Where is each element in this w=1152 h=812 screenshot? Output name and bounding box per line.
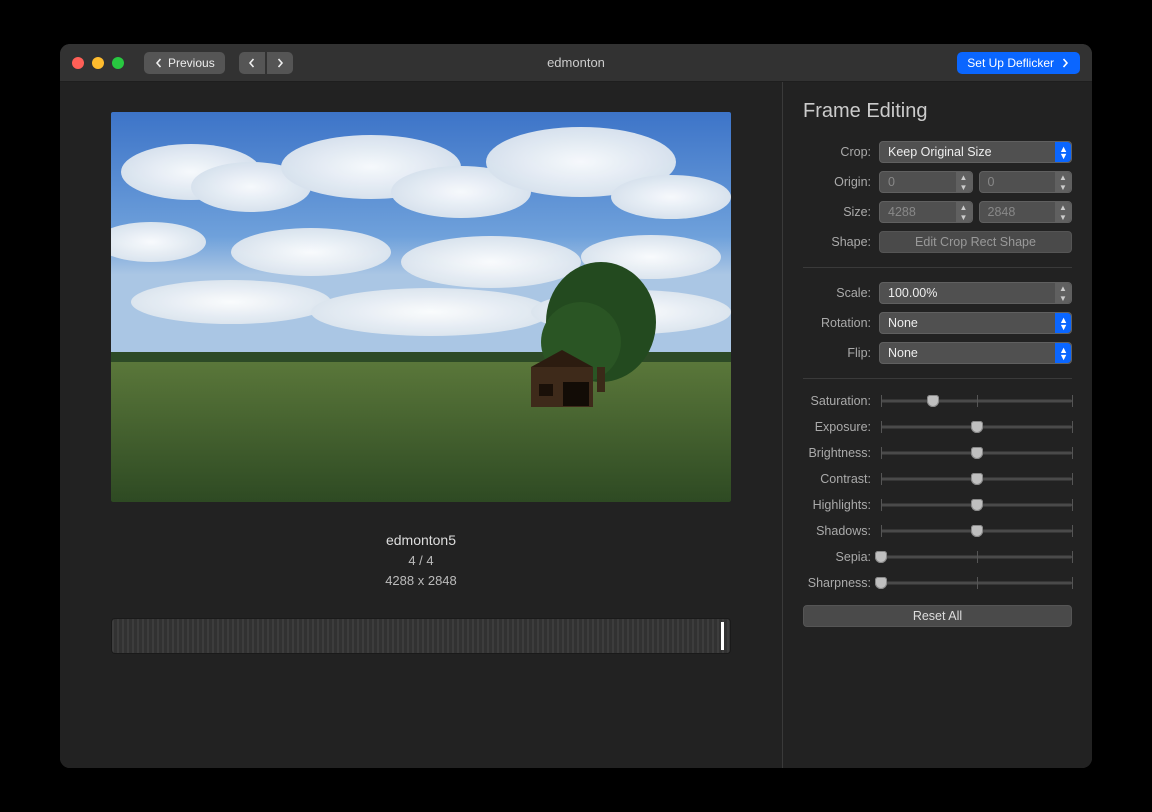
- slider-label: Highlights:: [803, 498, 871, 512]
- slider-thumb[interactable]: [971, 447, 983, 459]
- reset-all-button[interactable]: Reset All: [803, 605, 1072, 627]
- panel-title: Frame Editing: [803, 100, 1072, 123]
- slider[interactable]: [881, 497, 1072, 513]
- crop-value: Keep Original Size: [888, 145, 992, 159]
- maximize-icon[interactable]: [112, 57, 124, 69]
- slider-row: Highlights:: [803, 497, 1072, 513]
- stepper-icon[interactable]: ▲▼: [1055, 202, 1071, 222]
- previous-button[interactable]: Previous: [144, 52, 225, 74]
- slider-thumb[interactable]: [971, 473, 983, 485]
- slider-label: Exposure:: [803, 420, 871, 434]
- preview-image: [111, 112, 731, 502]
- close-icon[interactable]: [72, 57, 84, 69]
- slider-row: Shadows:: [803, 523, 1072, 539]
- crop-select[interactable]: Keep Original Size ▲▼: [879, 141, 1072, 163]
- shape-label: Shape:: [803, 235, 871, 249]
- nav-back-button[interactable]: [239, 52, 265, 74]
- slider-row: Saturation:: [803, 393, 1072, 409]
- size-h-value: 2848: [988, 205, 1016, 219]
- slider-thumb[interactable]: [971, 421, 983, 433]
- slider[interactable]: [881, 575, 1072, 591]
- shape-button-label: Edit Crop Rect Shape: [915, 235, 1036, 249]
- slider-thumb[interactable]: [971, 525, 983, 537]
- flip-label: Flip:: [803, 346, 871, 360]
- slider-row: Contrast:: [803, 471, 1072, 487]
- minimize-icon[interactable]: [92, 57, 104, 69]
- timeline-scrubber[interactable]: [111, 618, 731, 654]
- scale-value: 100.00%: [888, 286, 937, 300]
- origin-y-field[interactable]: 0 ▲▼: [979, 171, 1073, 193]
- flip-value: None: [888, 346, 918, 360]
- slider-thumb[interactable]: [927, 395, 939, 407]
- slider-label: Sepia:: [803, 550, 871, 564]
- traffic-lights: [72, 57, 124, 69]
- preview-index: 4 / 4: [385, 551, 457, 571]
- chevron-updown-icon: ▲▼: [1059, 317, 1068, 331]
- previous-label: Previous: [168, 56, 215, 70]
- slider[interactable]: [881, 549, 1072, 565]
- stepper-icon[interactable]: ▲▼: [956, 172, 972, 192]
- size-label: Size:: [803, 205, 871, 219]
- origin-x-value: 0: [888, 175, 895, 189]
- nav-forward-button[interactable]: [267, 52, 293, 74]
- slider[interactable]: [881, 419, 1072, 435]
- app-window: Previous edmonton Set Up Deflicker: [60, 44, 1092, 768]
- slider[interactable]: [881, 445, 1072, 461]
- rotation-label: Rotation:: [803, 316, 871, 330]
- slider[interactable]: [881, 471, 1072, 487]
- slider-label: Contrast:: [803, 472, 871, 486]
- chevron-updown-icon: ▲▼: [1059, 347, 1068, 361]
- origin-y-value: 0: [988, 175, 995, 189]
- chevron-right-icon: [275, 58, 285, 68]
- size-h-field[interactable]: 2848 ▲▼: [979, 201, 1073, 223]
- setup-deflicker-button[interactable]: Set Up Deflicker: [957, 52, 1080, 74]
- content-area: edmonton5 4 / 4 4288 x 2848 Frame Editin…: [60, 82, 1092, 768]
- preview-meta: edmonton5 4 / 4 4288 x 2848: [385, 530, 457, 590]
- nav-segment: [239, 52, 293, 74]
- size-w-field[interactable]: 4288 ▲▼: [879, 201, 973, 223]
- sliders-group: Saturation: Exposure: Brightness: Contrast:…: [803, 393, 1072, 591]
- slider-row: Exposure:: [803, 419, 1072, 435]
- chevron-left-icon: [247, 58, 257, 68]
- edit-crop-shape-button[interactable]: Edit Crop Rect Shape: [879, 231, 1072, 253]
- rotation-value: None: [888, 316, 918, 330]
- preview-dimensions: 4288 x 2848: [385, 571, 457, 591]
- slider-label: Brightness:: [803, 446, 871, 460]
- slider-thumb[interactable]: [875, 551, 887, 563]
- slider[interactable]: [881, 523, 1072, 539]
- divider: [803, 378, 1072, 379]
- rotation-select[interactable]: None ▲▼: [879, 312, 1072, 334]
- stepper-icon[interactable]: ▲▼: [1055, 172, 1071, 192]
- slider-row: Sepia:: [803, 549, 1072, 565]
- setup-deflicker-label: Set Up Deflicker: [967, 56, 1054, 70]
- stepper-icon[interactable]: ▲▼: [956, 202, 972, 222]
- crop-label: Crop:: [803, 145, 871, 159]
- preview-filename: edmonton5: [385, 530, 457, 551]
- slider-thumb[interactable]: [875, 577, 887, 589]
- scale-label: Scale:: [803, 286, 871, 300]
- reset-label: Reset All: [913, 609, 962, 623]
- slider[interactable]: [881, 393, 1072, 409]
- chevron-left-icon: [154, 58, 164, 68]
- divider: [803, 267, 1072, 268]
- slider-label: Saturation:: [803, 394, 871, 408]
- preview-pane: edmonton5 4 / 4 4288 x 2848: [60, 82, 782, 768]
- slider-row: Sharpness:: [803, 575, 1072, 591]
- flip-select[interactable]: None ▲▼: [879, 342, 1072, 364]
- origin-x-field[interactable]: 0 ▲▼: [879, 171, 973, 193]
- slider-row: Brightness:: [803, 445, 1072, 461]
- scale-field[interactable]: 100.00% ▲▼: [879, 282, 1072, 304]
- titlebar: Previous edmonton Set Up Deflicker: [60, 44, 1092, 82]
- slider-thumb[interactable]: [971, 499, 983, 511]
- chevron-right-icon: [1060, 58, 1070, 68]
- chevron-updown-icon: ▲▼: [1059, 146, 1068, 160]
- stepper-icon[interactable]: ▲▼: [1055, 283, 1071, 303]
- slider-label: Shadows:: [803, 524, 871, 538]
- slider-label: Sharpness:: [803, 576, 871, 590]
- size-w-value: 4288: [888, 205, 916, 219]
- frame-editing-panel: Frame Editing Crop: Keep Original Size ▲…: [782, 82, 1092, 768]
- origin-label: Origin:: [803, 175, 871, 189]
